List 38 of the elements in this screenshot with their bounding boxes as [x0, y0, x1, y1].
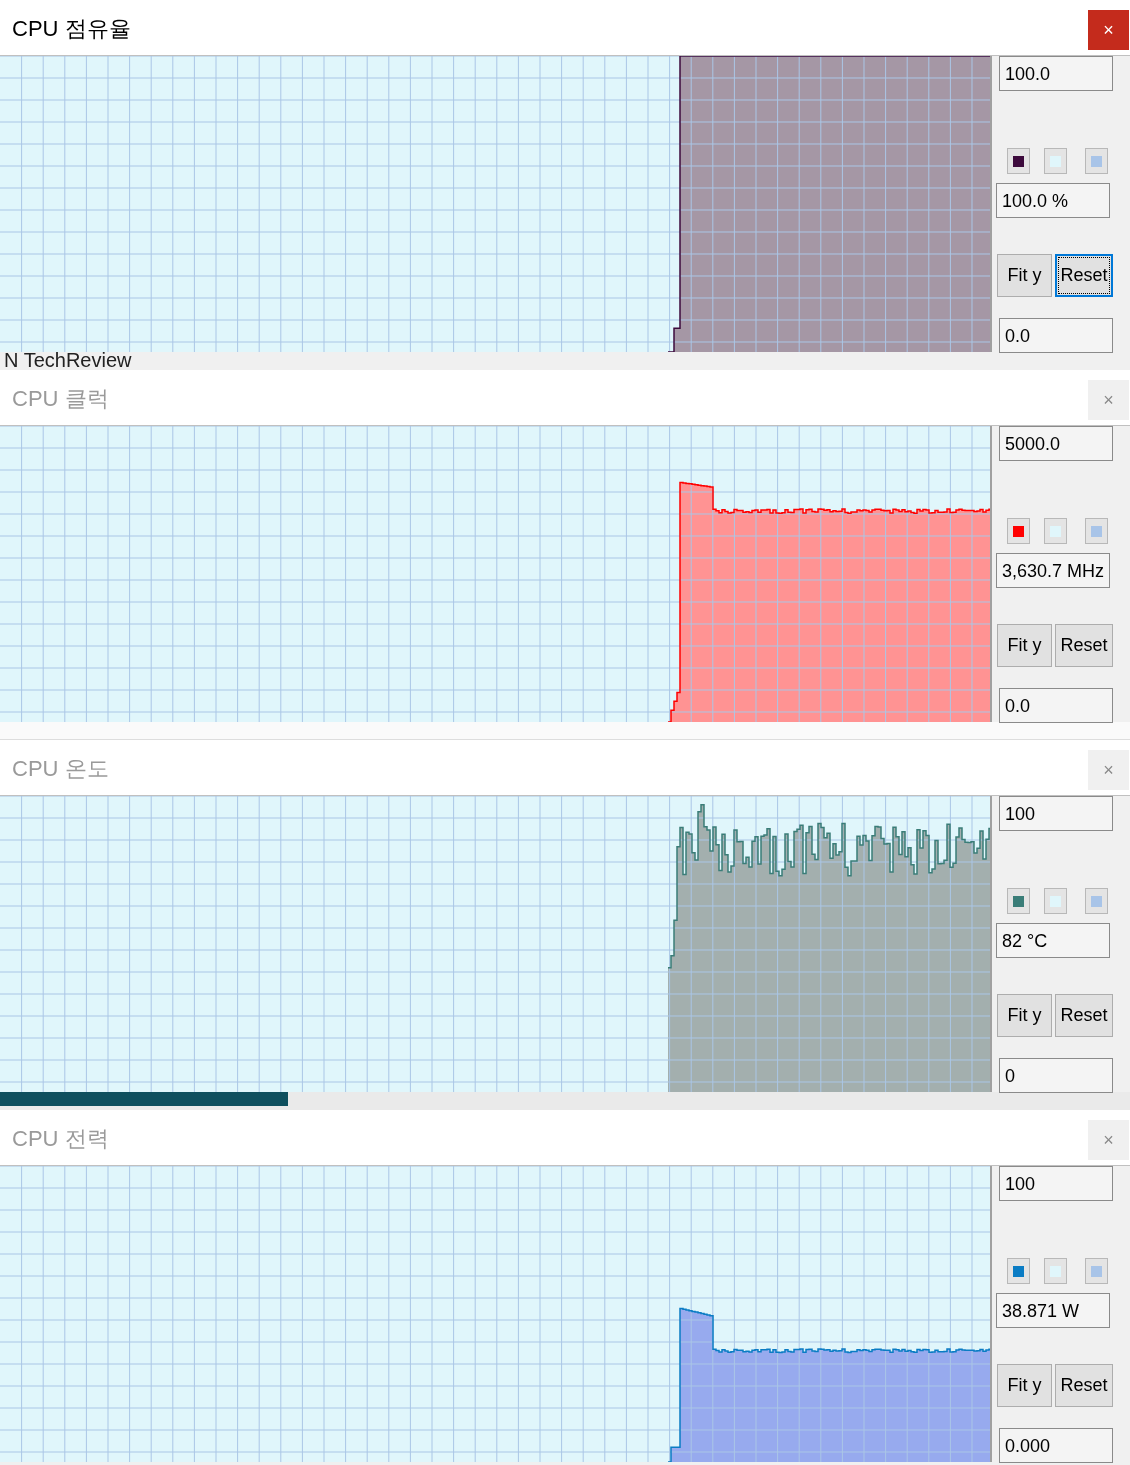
color-swatch[interactable]: [1044, 1258, 1067, 1284]
graph-button[interactable]: Reset: [1055, 254, 1113, 297]
window-title: CPU 클럭: [12, 385, 109, 413]
value-field[interactable]: 100.0: [999, 56, 1113, 91]
close-button[interactable]: ×: [1088, 10, 1129, 50]
color-swatch[interactable]: [1007, 888, 1030, 914]
color-swatch[interactable]: [1044, 518, 1067, 544]
window-title: CPU 점유율: [12, 15, 131, 43]
color-swatch[interactable]: [1085, 148, 1108, 174]
color-swatch[interactable]: [1007, 148, 1030, 174]
value-field[interactable]: 82 °C: [996, 923, 1110, 958]
graph-button[interactable]: Fit y: [997, 1364, 1052, 1407]
window-title: N TechReview: [4, 352, 133, 370]
color-swatch[interactable]: [1007, 1258, 1030, 1284]
graph-button[interactable]: Fit y: [997, 994, 1052, 1037]
value-field[interactable]: 38.871 W: [996, 1293, 1110, 1328]
color-swatch[interactable]: [1085, 888, 1108, 914]
graph-button[interactable]: Fit y: [997, 254, 1052, 297]
value-field[interactable]: 100.0 %: [996, 183, 1110, 218]
value-field[interactable]: 0: [999, 1058, 1113, 1093]
window-title: CPU 전력: [12, 1125, 109, 1153]
color-swatch[interactable]: [1085, 518, 1108, 544]
value-field[interactable]: 0.000: [999, 1428, 1113, 1463]
color-swatch[interactable]: [1044, 148, 1067, 174]
value-field[interactable]: 5000.0: [999, 426, 1113, 461]
value-field[interactable]: 100: [999, 796, 1113, 831]
value-field[interactable]: 0.0: [999, 318, 1113, 353]
color-swatch[interactable]: [1007, 518, 1030, 544]
color-swatch[interactable]: [1085, 1258, 1108, 1284]
value-field[interactable]: 3,630.7 MHz: [996, 553, 1110, 588]
value-field[interactable]: 100: [999, 1166, 1113, 1201]
value-field[interactable]: 0.0: [999, 688, 1113, 723]
window-title: CPU 온도: [12, 755, 109, 783]
graph-button[interactable]: Reset: [1055, 1364, 1113, 1407]
graph-button[interactable]: Reset: [1055, 994, 1113, 1037]
color-swatch[interactable]: [1044, 888, 1067, 914]
graph-button[interactable]: Fit y: [997, 624, 1052, 667]
graph-button[interactable]: Reset: [1055, 624, 1113, 667]
